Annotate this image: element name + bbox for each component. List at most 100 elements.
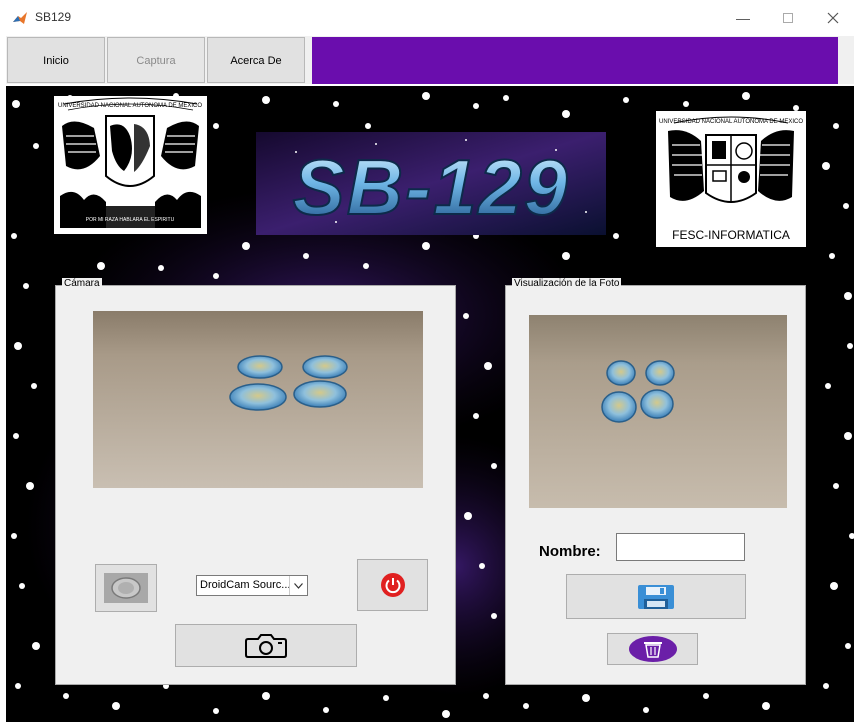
name-label: Nombre: — [539, 543, 601, 560]
star-dot — [849, 533, 854, 539]
star-dot — [623, 97, 629, 103]
star-dot — [523, 703, 529, 709]
main-canvas: UNIVERSIDAD NACIONAL AUTONOMA DE MEXICO … — [6, 86, 854, 722]
star-dot — [503, 95, 509, 101]
unam-logo: UNIVERSIDAD NACIONAL AUTONOMA DE MEXICO … — [54, 96, 207, 234]
photo-panel-title: Visualización de la Foto — [512, 278, 622, 289]
title-bar: SB129 — — [0, 0, 858, 36]
star-dot — [483, 693, 489, 699]
star-dot — [112, 702, 120, 710]
close-icon[interactable] — [823, 8, 843, 28]
photo-panel: Visualización de la Foto Nombre: — [505, 278, 806, 685]
star-dot — [365, 123, 371, 129]
star-dot — [12, 100, 20, 108]
star-dot — [213, 708, 219, 714]
star-dot — [562, 252, 570, 260]
star-dot — [11, 533, 17, 539]
camera-source-value: DroidCam Sourc... — [200, 579, 291, 591]
star-dot — [683, 101, 689, 107]
star-dot — [833, 483, 839, 489]
fesc-ring-text: UNIVERSIDAD NACIONAL AUTONOMA DE MEXICO — [659, 119, 803, 125]
star-dot — [323, 707, 329, 713]
tab-inicio[interactable]: Inicio — [7, 37, 105, 83]
tab-bar: Inicio Captura Acerca De — [6, 36, 854, 84]
star-dot — [13, 433, 19, 439]
star-dot — [14, 342, 22, 350]
star-dot — [303, 253, 309, 259]
banner-text: SB-129 — [293, 143, 569, 231]
star-dot — [422, 92, 430, 100]
save-button[interactable] — [566, 574, 746, 619]
star-dot — [213, 123, 219, 129]
fesc-caption: FESC-INFORMATICA — [672, 228, 790, 242]
minimize-icon[interactable]: — — [733, 8, 753, 28]
name-input[interactable] — [616, 533, 745, 561]
floppy-disk-icon — [638, 584, 674, 609]
preview-button[interactable] — [95, 564, 157, 612]
star-dot — [473, 103, 479, 109]
tab-accent-band — [312, 37, 838, 84]
star-dot — [262, 96, 270, 104]
star-dot — [847, 343, 853, 349]
camera-source-select[interactable]: DroidCam Sourc... — [196, 575, 308, 596]
star-dot — [844, 432, 852, 440]
star-dot — [613, 233, 619, 239]
star-dot — [32, 642, 40, 650]
unam-motto-text: POR MI RAZA HABLARA EL ESPIRITU — [86, 217, 175, 223]
star-dot — [23, 283, 29, 289]
chevron-down-icon[interactable] — [289, 576, 307, 595]
star-dot — [830, 582, 838, 590]
star-dot — [484, 362, 492, 370]
star-dot — [26, 482, 34, 490]
star-dot — [822, 162, 830, 170]
tab-acerca-de[interactable]: Acerca De — [207, 37, 305, 83]
star-dot — [31, 383, 37, 389]
camera-preview — [93, 311, 423, 488]
star-dot — [242, 242, 250, 250]
star-dot — [742, 92, 750, 100]
star-dot — [823, 683, 829, 689]
star-dot — [845, 643, 851, 649]
maximize-icon[interactable] — [778, 8, 798, 28]
star-dot — [19, 583, 25, 589]
star-dot — [262, 692, 270, 700]
star-dot — [473, 413, 479, 419]
star-dot — [63, 693, 69, 699]
trash-icon — [628, 636, 677, 662]
star-dot — [833, 123, 839, 129]
photo-preview — [529, 315, 787, 508]
fesc-logo: UNIVERSIDAD NACIONAL AUTONOMA DE MEXICO … — [656, 111, 806, 247]
camera-icon — [245, 633, 287, 658]
camera-panel-title: Cámara — [62, 278, 102, 289]
star-dot — [97, 262, 105, 270]
power-icon — [380, 573, 405, 597]
star-dot — [33, 143, 39, 149]
star-dot — [491, 463, 497, 469]
star-dot — [582, 694, 590, 702]
star-dot — [829, 253, 835, 259]
star-dot — [333, 101, 339, 107]
coin-preview-icon — [104, 573, 148, 603]
star-dot — [442, 710, 450, 718]
star-dot — [463, 313, 469, 319]
star-dot — [479, 563, 485, 569]
star-dot — [158, 265, 164, 271]
camera-panel: Cámara DroidCam Sourc... — [55, 278, 456, 685]
star-dot — [15, 683, 21, 689]
unam-ring-text: UNIVERSIDAD NACIONAL AUTONOMA DE MEXICO — [58, 103, 202, 109]
star-dot — [643, 707, 649, 713]
power-button[interactable] — [357, 559, 428, 611]
star-dot — [843, 203, 849, 209]
star-dot — [703, 693, 709, 699]
capture-button[interactable] — [175, 624, 357, 667]
sb129-banner: SB-129 — [256, 132, 606, 235]
delete-button[interactable] — [607, 633, 698, 665]
tab-captura[interactable]: Captura — [107, 37, 205, 83]
star-dot — [844, 292, 852, 300]
star-dot — [422, 242, 430, 250]
star-dot — [562, 110, 570, 118]
star-dot — [383, 695, 389, 701]
star-dot — [825, 383, 831, 389]
star-dot — [213, 273, 219, 279]
star-dot — [491, 613, 497, 619]
